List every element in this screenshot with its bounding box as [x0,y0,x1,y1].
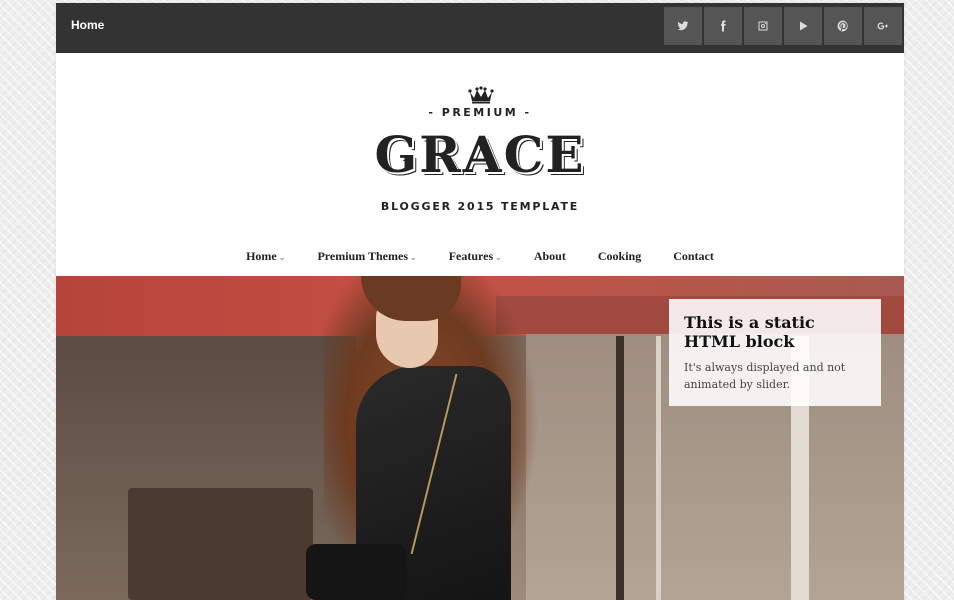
youtube-button[interactable] [784,7,822,45]
hero-slider[interactable]: This is a static HTML block It's always … [56,276,904,600]
chevron-down-icon: ⌄ [278,253,286,262]
menu-item-premium-themes[interactable]: Premium Themes ⌄ [317,249,416,264]
menu-item-label: Features [448,249,494,263]
site-logo[interactable]: GRACE [56,125,904,185]
static-block-text: It's always displayed and not animated b… [684,361,846,391]
social-buttons [664,7,902,45]
top-bar: Home [56,3,904,53]
menu-item-cooking[interactable]: Cooking [598,249,641,264]
hero-image-post [616,336,624,600]
static-html-block: This is a static HTML block It's always … [669,299,881,406]
google-plus-icon [877,22,888,30]
crown-icon [468,86,494,104]
facebook-button[interactable] [704,7,742,45]
menu-item-about[interactable]: About [534,249,566,264]
static-block-title: This is a static HTML block [684,313,815,351]
hero-image-bag [306,544,406,600]
pinterest-button[interactable] [824,7,862,45]
chevron-down-icon: ⌄ [495,253,502,262]
menu-item-label: Home [246,249,277,263]
twitter-button[interactable] [664,7,702,45]
menu-item-contact[interactable]: Contact [673,249,714,264]
chevron-down-icon: ⌄ [410,253,417,262]
site-header: - PREMIUM - GRACE BLOGGER 2015 TEMPLATE [56,53,904,231]
menu-item-features[interactable]: Features ⌄ [449,249,502,264]
premium-label: - PREMIUM - [428,106,532,119]
site-tagline: BLOGGER 2015 TEMPLATE [380,200,580,213]
facebook-icon [721,20,726,32]
menu-item-label: Premium Themes [317,249,408,263]
pinterest-icon [837,20,848,32]
twitter-icon [677,21,689,31]
instagram-button[interactable] [744,7,782,45]
hero-image-post [656,336,661,600]
google-plus-button[interactable] [864,7,902,45]
instagram-icon [758,21,768,31]
page-container: Home - PREMIUM - GRACE BLOGGER 2015 TEMP… [56,3,904,600]
topbar-home-link[interactable]: Home [71,18,104,32]
menu-item-home[interactable]: Home ⌄ [246,249,285,264]
hero-image-chalkboard [128,488,313,600]
youtube-icon [800,21,808,31]
main-menu: Home ⌄ Premium Themes ⌄ Features ⌄ About Co… [56,247,904,265]
